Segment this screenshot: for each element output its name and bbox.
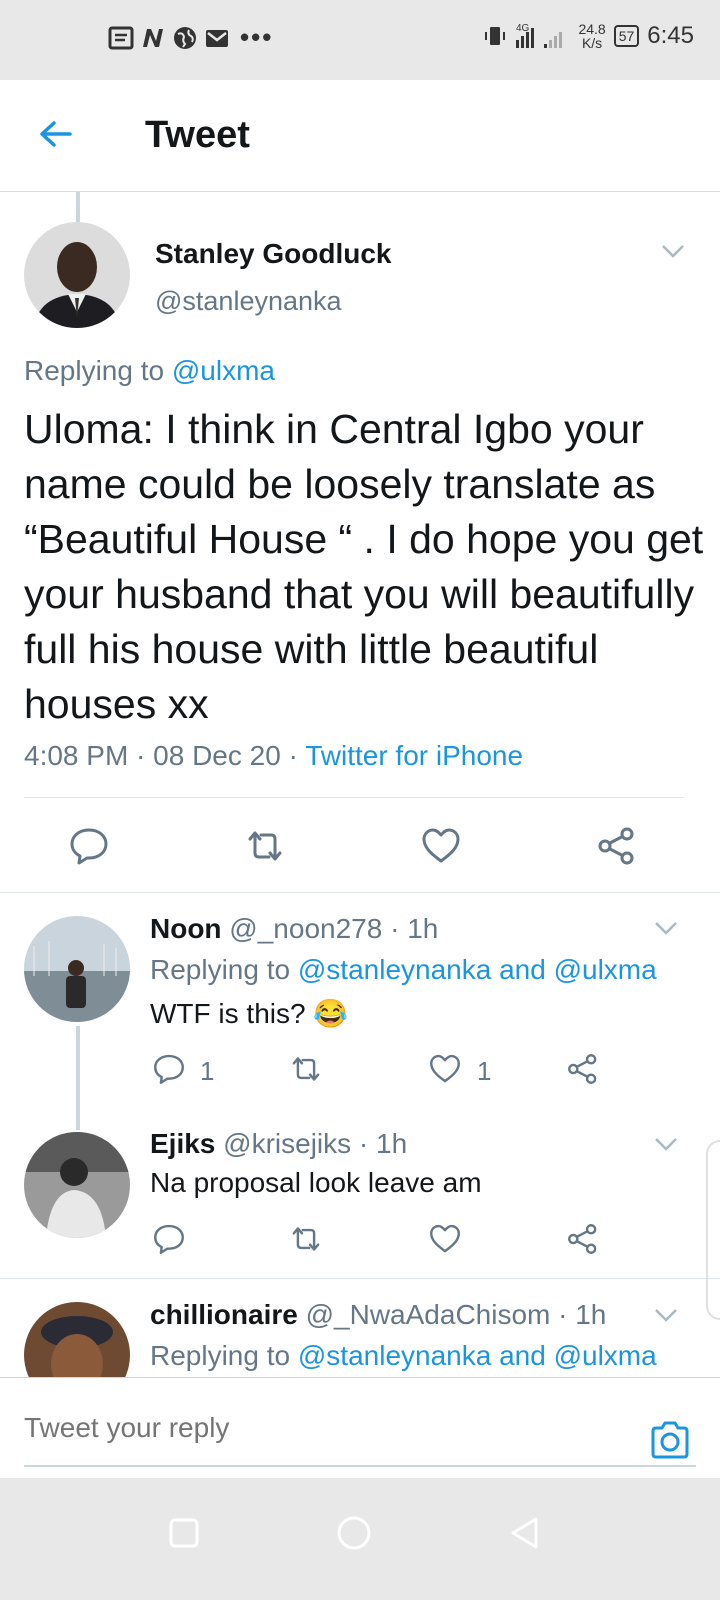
- share-icon[interactable]: [566, 1222, 600, 1256]
- system-nav-bar: [0, 1478, 720, 1600]
- reply-author-name[interactable]: Noon: [150, 913, 222, 944]
- tweet-text: Uloma: I think in Central Igbo your name…: [24, 406, 704, 727]
- back-arrow-icon[interactable]: [36, 114, 76, 154]
- replying-to-link[interactable]: @stanleynanka and @ulxma: [298, 1340, 657, 1371]
- divider: [24, 797, 684, 798]
- network-speed: 24.8 K/s: [578, 22, 605, 50]
- home-icon[interactable]: [334, 1513, 374, 1553]
- chevron-down-icon[interactable]: [653, 920, 679, 936]
- top-app-bar: Tweet: [0, 80, 720, 192]
- share-icon[interactable]: [566, 1052, 600, 1086]
- reply-author-line[interactable]: Ejiks @krisejiks · 1h: [150, 1128, 407, 1160]
- avatar[interactable]: [24, 222, 130, 328]
- avatar[interactable]: [24, 916, 130, 1022]
- replying-to-line: Replying to @stanleynanka and @ulxma: [150, 954, 657, 986]
- retweet-icon[interactable]: [289, 1222, 323, 1256]
- globe-icon: [174, 26, 196, 49]
- reply-input-underline: [24, 1465, 696, 1467]
- reply-author-line[interactable]: chillionaire @_NwaAdaChisom · 1h: [150, 1299, 606, 1331]
- replying-to-line: Replying to @ulxma: [24, 355, 275, 387]
- retweet-icon[interactable]: [289, 1052, 323, 1086]
- speed-unit: K/s: [581, 35, 603, 51]
- divider: [0, 892, 720, 893]
- reply-composer: [0, 1377, 720, 1477]
- camera-icon[interactable]: [648, 1418, 692, 1462]
- clock: 6:45: [647, 22, 694, 49]
- avatar[interactable]: [24, 1302, 130, 1377]
- reply-icon[interactable]: [152, 1052, 186, 1086]
- vibrate-icon: [485, 27, 506, 45]
- status-right: 4G 24.8 K/s 57 6:45: [484, 22, 694, 50]
- tweet-timestamp: 4:08 PM · 08 Dec 20 ·: [24, 740, 306, 771]
- reply-icon[interactable]: [152, 1222, 186, 1256]
- replying-to-prefix: Replying to: [24, 355, 172, 386]
- reply-handle-time: @_NwaAdaChisom · 1h: [297, 1299, 607, 1330]
- author-name[interactable]: Stanley Goodluck: [155, 238, 392, 270]
- thread-line: [76, 1026, 80, 1130]
- scroll-indicator[interactable]: [706, 1140, 720, 1320]
- tweet-meta: 4:08 PM · 08 Dec 20 · Twitter for iPhone: [24, 740, 523, 772]
- mail-icon: [206, 29, 228, 47]
- status-bar: ••• 4G 24.8 K/s 57 6:45: [0, 0, 720, 80]
- notification-icons: •••: [108, 22, 273, 53]
- signal-icon: 4G: [516, 23, 563, 48]
- n-icon: [143, 28, 163, 47]
- replying-to-line: Replying to @stanleynanka and @ulxma: [150, 1340, 657, 1372]
- like-icon[interactable]: [420, 825, 462, 867]
- replying-to-link[interactable]: @ulxma: [172, 355, 275, 386]
- replying-to-prefix: Replying to: [150, 954, 298, 985]
- chevron-down-icon[interactable]: [653, 1307, 679, 1323]
- tweet-source-link[interactable]: Twitter for iPhone: [305, 740, 523, 771]
- page-title: Tweet: [145, 114, 250, 156]
- speed-value: 24.8: [578, 21, 606, 37]
- thread-line: [76, 192, 80, 222]
- like-icon[interactable]: [428, 1052, 462, 1086]
- battery-indicator: 57: [613, 25, 640, 47]
- chevron-down-icon[interactable]: [653, 1136, 679, 1152]
- reply-count: 1: [200, 1056, 215, 1086]
- avatar[interactable]: [24, 1132, 130, 1238]
- replying-to-link[interactable]: @stanleynanka and @ulxma: [298, 954, 657, 985]
- reply-text: WTF is this? 😂: [150, 998, 349, 1029]
- chevron-down-icon[interactable]: [660, 243, 686, 259]
- reply-handle-time: @krisejiks · 1h: [215, 1128, 408, 1159]
- reply-icon[interactable]: [68, 825, 110, 867]
- reply-author-line[interactable]: Noon @_noon278 · 1h: [150, 913, 438, 945]
- share-icon[interactable]: [596, 825, 638, 867]
- author-handle[interactable]: @stanleynanka: [155, 286, 342, 317]
- more-notifications-icon: •••: [240, 22, 274, 52]
- reply-input[interactable]: [24, 1412, 584, 1444]
- replying-to-prefix: Replying to: [150, 1340, 298, 1371]
- back-nav-icon[interactable]: [505, 1513, 545, 1553]
- document-icon: [108, 26, 134, 49]
- like-count: 1: [477, 1056, 492, 1086]
- reply-clip-area: chillionaire @_NwaAdaChisom · 1h Replyin…: [0, 1279, 720, 1377]
- reply-author-name[interactable]: Ejiks: [150, 1128, 215, 1159]
- retweet-icon[interactable]: [244, 825, 286, 867]
- recent-apps-icon[interactable]: [164, 1513, 204, 1553]
- reply-text: Na proposal look leave am: [150, 1167, 482, 1198]
- like-icon[interactable]: [428, 1222, 462, 1256]
- reply-author-name[interactable]: chillionaire: [150, 1299, 298, 1330]
- reply-handle-time: @_noon278 · 1h: [221, 913, 439, 944]
